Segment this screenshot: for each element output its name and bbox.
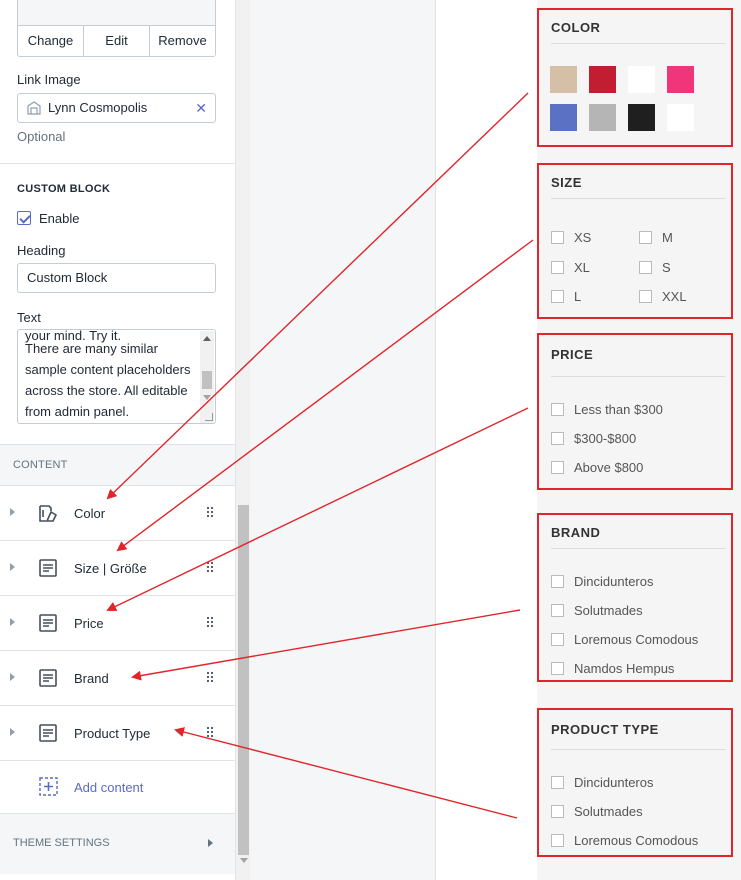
size-option[interactable]: S [639, 260, 671, 275]
link-image-value: Lynn Cosmopolis [48, 100, 148, 115]
caret-right-icon[interactable] [10, 618, 15, 626]
brand-option[interactable]: Solutmades [551, 603, 643, 618]
filter-title: PRICE [551, 347, 594, 362]
size-option[interactable]: XXL [639, 289, 687, 304]
brand-option[interactable]: Namdos Hempus [551, 661, 674, 676]
color-swatch[interactable] [628, 66, 655, 93]
panel-scrollbar[interactable] [235, 0, 250, 880]
text-textarea[interactable]: your mind. Try it. There are many simila… [17, 329, 216, 424]
block-row-price[interactable]: Price [0, 596, 235, 651]
settings-panel: Change Edit Remove Link Image Lynn Cosmo… [0, 0, 235, 880]
add-content-label: Add content [74, 780, 144, 795]
color-swatch[interactable] [550, 66, 577, 93]
text-block-icon [39, 614, 57, 632]
color-swatch[interactable] [550, 104, 577, 131]
text-label: Text [17, 310, 41, 325]
caret-right-icon[interactable] [10, 508, 15, 516]
color-swatch-icon [39, 505, 58, 522]
content-header-label: CONTENT [13, 459, 68, 471]
block-row-size[interactable]: Size | Größe [0, 541, 235, 596]
preview-background [250, 0, 436, 880]
price-option[interactable]: Less than $300 [551, 402, 663, 417]
caret-right-icon[interactable] [10, 563, 15, 571]
color-swatch[interactable] [589, 66, 616, 93]
drag-handle-icon[interactable] [206, 726, 214, 738]
size-option[interactable]: XL [551, 260, 590, 275]
text-block-icon [39, 669, 57, 687]
drag-handle-icon[interactable] [206, 561, 214, 573]
panel-scroll-thumb[interactable] [238, 505, 249, 855]
textarea-content: There are many similar sample content pl… [25, 341, 191, 419]
block-label: Brand [74, 671, 109, 686]
textarea-scrollbar[interactable] [200, 331, 214, 423]
brand-filter: BRAND Dincidunteros Solutmades Loremous … [537, 513, 733, 682]
block-label: Price [74, 616, 104, 631]
block-label: Size | Größe [74, 561, 147, 576]
text-block-icon [39, 724, 57, 742]
link-image-field[interactable]: Lynn Cosmopolis ✕ [17, 93, 216, 123]
product-type-option[interactable]: Solutmades [551, 804, 643, 819]
change-image-button[interactable]: Change [18, 26, 84, 56]
theme-settings-label: THEME SETTINGS [13, 837, 110, 849]
image-picker: Change Edit Remove [17, 0, 216, 57]
custom-block-title: CUSTOM BLOCK [17, 183, 111, 195]
filter-title: SIZE [551, 175, 582, 190]
block-row-product-type[interactable]: Product Type [0, 706, 235, 761]
price-option[interactable]: Above $800 [551, 460, 643, 475]
divider [0, 163, 235, 164]
color-swatch[interactable] [589, 104, 616, 131]
block-label: Color [74, 506, 106, 521]
resize-handle-icon[interactable] [205, 413, 213, 421]
price-filter: PRICE Less than $300 $300-$800 Above $80… [537, 333, 733, 490]
product-type-option[interactable]: Loremous Comodous [551, 833, 698, 848]
caret-right-icon[interactable] [10, 728, 15, 736]
text-block-icon [39, 559, 57, 577]
color-filter: COLOR [537, 8, 733, 147]
filter-title: PRODUCT TYPE [551, 722, 659, 737]
product-type-option[interactable]: Dincidunteros [551, 775, 654, 790]
caret-right-icon[interactable] [10, 673, 15, 681]
color-swatch[interactable] [628, 104, 655, 131]
scroll-down-icon[interactable] [240, 858, 248, 863]
size-option[interactable]: L [551, 289, 581, 304]
add-block-icon [39, 777, 58, 796]
content-section-header: CONTENT [0, 444, 235, 486]
drag-handle-icon[interactable] [206, 506, 214, 518]
size-filter: SIZE XS M XL S L XXL [537, 163, 733, 319]
heading-input[interactable]: Custom Block [17, 263, 216, 293]
block-row-brand[interactable]: Brand [0, 651, 235, 706]
remove-image-button[interactable]: Remove [150, 26, 215, 56]
scroll-up-icon[interactable] [203, 336, 211, 341]
theme-settings-row[interactable]: THEME SETTINGS [0, 814, 235, 874]
color-swatch[interactable] [667, 104, 694, 131]
link-image-label: Link Image [17, 72, 81, 87]
edit-image-button[interactable]: Edit [84, 26, 150, 56]
size-option[interactable]: XS [551, 230, 591, 245]
block-label: Product Type [74, 726, 151, 741]
drag-handle-icon[interactable] [206, 671, 214, 683]
add-content-button[interactable]: Add content [0, 760, 235, 814]
brand-option[interactable]: Loremous Comodous [551, 632, 698, 647]
heading-label: Heading [17, 243, 66, 258]
brand-option[interactable]: Dincidunteros [551, 574, 654, 589]
image-icon [27, 101, 41, 115]
block-row-color[interactable]: Color [0, 486, 235, 541]
caret-right-icon [208, 839, 213, 847]
textarea-scroll-thumb[interactable] [202, 371, 212, 389]
image-preview [18, 0, 215, 26]
filter-title: BRAND [551, 525, 601, 540]
size-option[interactable]: M [639, 230, 673, 245]
color-swatch[interactable] [667, 66, 694, 93]
drag-handle-icon[interactable] [206, 616, 214, 628]
enable-label: Enable [39, 211, 80, 226]
product-type-filter: PRODUCT TYPE Dincidunteros Solutmades Lo… [537, 708, 733, 857]
link-image-hint: Optional [17, 129, 66, 144]
filter-title: COLOR [551, 20, 601, 35]
scroll-down-icon[interactable] [203, 395, 211, 400]
price-option[interactable]: $300-$800 [551, 431, 636, 446]
close-icon[interactable]: ✕ [195, 94, 207, 122]
enable-checkbox[interactable] [17, 211, 31, 225]
